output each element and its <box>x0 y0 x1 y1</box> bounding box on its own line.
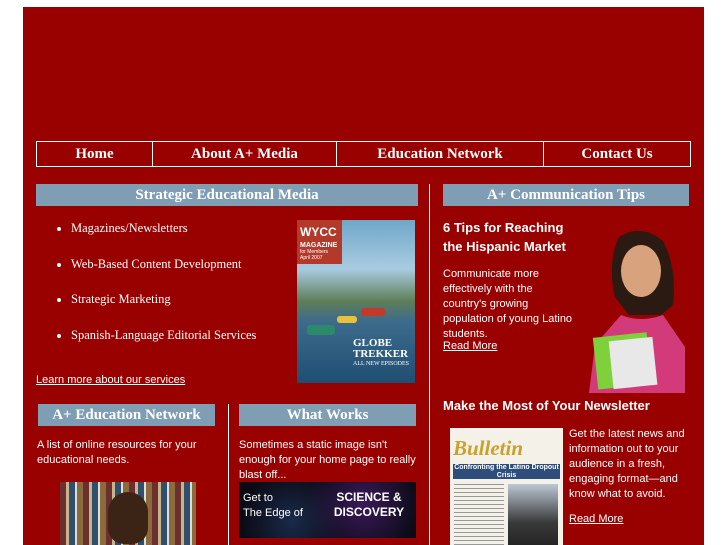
nav-contact[interactable]: Contact Us <box>544 142 690 166</box>
tip2-body: Get the latest news and information out … <box>569 428 685 500</box>
strategic-header: Strategic Educational Media <box>36 184 418 206</box>
nav-home[interactable]: Home <box>37 142 153 166</box>
tip2-read-more-link[interactable]: Read More <box>569 513 623 525</box>
service-item: Spanish-Language Editorial Services <box>71 328 256 364</box>
column-divider <box>429 184 430 545</box>
service-item: Web-Based Content Development <box>71 257 256 293</box>
student-girl-image <box>589 230 685 393</box>
bulletin-cover-image[interactable]: Bulletin Confronting the Latino Dropout … <box>450 428 563 545</box>
boat-shape <box>337 316 357 323</box>
main-nav: Home About A+ Media Education Network Co… <box>36 141 691 167</box>
magazine-title: MAGAZINE for Members April 2007 <box>300 242 338 261</box>
tip2-title[interactable]: Make the Most of Your Newsletter <box>443 396 683 415</box>
service-item: Strategic Marketing <box>71 292 256 328</box>
boat-shape <box>361 308 385 316</box>
magazine-cover-image[interactable]: WYCC MAGAZINE for Members April 2007 GLO… <box>297 220 415 383</box>
services-list: Magazines/Newsletters Web-Based Content … <box>51 221 256 363</box>
nav-about[interactable]: About A+ Media <box>153 142 337 166</box>
bulletin-photo <box>508 484 558 545</box>
learn-more-services-link[interactable]: Learn more about our services <box>36 374 185 386</box>
tip1-title[interactable]: 6 Tips for Reaching the Hispanic Market <box>443 218 583 256</box>
bulletin-title: Bulletin <box>453 436 524 460</box>
bulletin-headline: Confronting the Latino Dropout Crisis <box>453 464 560 479</box>
tip1-read-more-link[interactable]: Read More <box>443 340 497 352</box>
service-item: Magazines/Newsletters <box>71 221 256 257</box>
edu-network-body: A list of online resources for your educ… <box>37 439 197 466</box>
magazine-feature: GLOBE TREKKER ALL NEW EPISODES <box>353 337 409 368</box>
science-discovery-banner[interactable]: Get to The Edge of SCIENCE & DISCOVERY <box>239 482 416 538</box>
tip1-body: Communicate more effectively with the co… <box>443 268 573 340</box>
what-works-body: Sometimes a static image isn't enough fo… <box>239 439 416 481</box>
bookshelf-man-image[interactable] <box>60 482 196 545</box>
boat-shape <box>307 325 335 335</box>
column-divider <box>228 404 229 545</box>
bulletin-text-column <box>454 484 504 545</box>
magazine-brand: WYCC <box>300 225 337 239</box>
banner-right-text: SCIENCE & DISCOVERY <box>333 490 405 519</box>
what-works-header: What Works <box>239 404 416 426</box>
nav-education-network[interactable]: Education Network <box>337 142 544 166</box>
page-container: Home About A+ Media Education Network Co… <box>23 7 704 545</box>
edu-network-header: A+ Education Network <box>38 404 215 426</box>
tips-header: A+ Communication Tips <box>443 184 689 206</box>
man-face <box>108 492 148 544</box>
banner-left-text: Get to The Edge of <box>243 492 303 519</box>
